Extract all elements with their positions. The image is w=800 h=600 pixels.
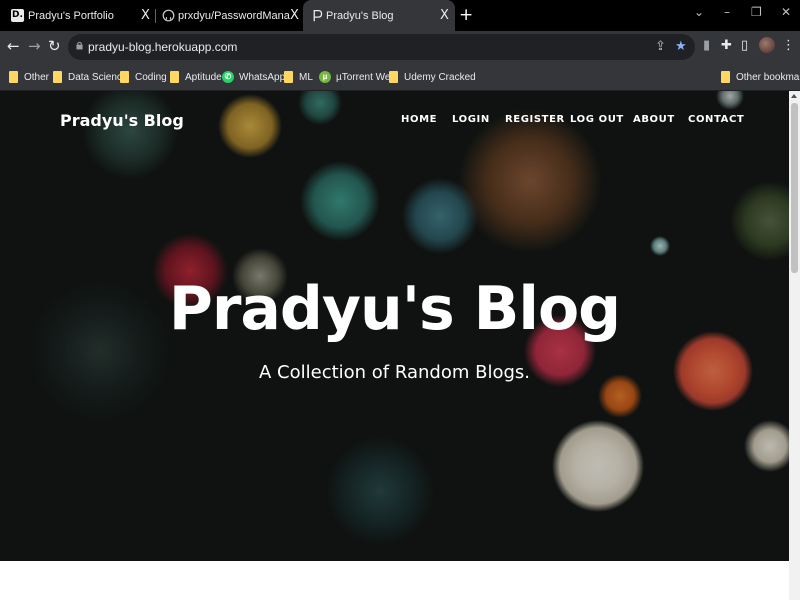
bookmark-label: Aptitude: [185, 71, 222, 83]
tab-pradyus-blog[interactable]: Pradyu's Blog X: [303, 0, 455, 31]
hero-title: Pradyu's Blog: [168, 274, 621, 344]
share-icon[interactable]: ⇪: [655, 39, 666, 54]
nav-login[interactable]: LOGIN: [452, 114, 490, 125]
portfolio-d-icon: D.: [11, 9, 24, 22]
profile-avatar[interactable]: [759, 37, 775, 53]
reload-icon[interactable]: ↻: [48, 37, 61, 55]
scroll-thumb[interactable]: [791, 103, 798, 273]
blog-p-icon: [313, 9, 323, 22]
side-panel-icon[interactable]: ▯: [741, 38, 748, 53]
close-tab-icon[interactable]: X: [290, 8, 299, 23]
bookmark-label: Data Science: [68, 71, 128, 83]
whatsapp-icon: ✆: [222, 71, 234, 83]
minimize-button[interactable]: –: [724, 5, 730, 19]
bookmark-label: ML: [299, 71, 313, 83]
folder-icon: [170, 71, 179, 83]
bookmark-label: µTorrent Web: [336, 71, 397, 83]
github-icon: [162, 9, 175, 22]
close-tab-icon[interactable]: X: [141, 8, 150, 23]
bookmark-utorrent-web[interactable]: µ µTorrent Web: [319, 63, 396, 91]
nav-about[interactable]: ABOUT: [633, 114, 675, 125]
bookmark-label: Coding: [135, 71, 167, 83]
bookmark-star-icon[interactable]: ★: [675, 39, 687, 54]
bookmark-other[interactable]: Other: [9, 63, 49, 91]
tab-title: Pradyu's Portfolio: [28, 9, 114, 22]
web-page: Pradyu's Blog HOME LOGIN REGISTER LOG OU…: [0, 91, 789, 600]
extension-mic-icon[interactable]: ▮: [703, 38, 710, 53]
tab-title: Pradyu's Blog: [326, 9, 394, 22]
other-bookmarks-label: Other bookmarks: [736, 71, 800, 83]
close-window-button[interactable]: ✕: [781, 5, 791, 19]
utorrent-icon: µ: [319, 71, 331, 83]
site-brand-link[interactable]: Pradyu's Blog: [60, 111, 184, 130]
folder-icon: [120, 71, 129, 83]
nav-home[interactable]: HOME: [401, 114, 437, 125]
tab-search-icon[interactable]: ⌄: [694, 5, 704, 19]
tab-strip: D. Pradyu's Portfolio X prxdyu/PasswordM…: [0, 0, 800, 31]
folder-icon: [53, 71, 62, 83]
lock-icon: [76, 41, 83, 50]
nav-contact[interactable]: CONTACT: [688, 114, 744, 125]
folder-icon: [721, 71, 730, 83]
folder-icon: [9, 71, 18, 83]
maximize-button[interactable]: ❐: [751, 5, 762, 19]
back-arrow-icon[interactable]: ←: [7, 37, 20, 55]
page-scrollbar[interactable]: [789, 91, 800, 600]
address-bar[interactable]: pradyu-blog.herokuapp.com ⇪ ★: [68, 34, 695, 60]
bookmark-data-science[interactable]: Data Science: [53, 63, 127, 91]
bookmark-udemy-cracked[interactable]: Udemy Cracked: [389, 63, 476, 91]
other-bookmarks[interactable]: Other bookmarks: [721, 63, 800, 91]
nav-register[interactable]: REGISTER: [505, 114, 565, 125]
tab-password-manager[interactable]: prxdyu/PasswordManager: Passw X: [156, 0, 304, 31]
bookmark-whatsapp[interactable]: ✆ WhatsApp: [222, 63, 285, 91]
bookmark-coding[interactable]: Coding: [120, 63, 167, 91]
forward-arrow-icon[interactable]: →: [28, 37, 41, 55]
hero-subtitle: A Collection of Random Blogs.: [259, 362, 530, 383]
tab-pradyus-portfolio[interactable]: D. Pradyu's Portfolio X: [0, 0, 155, 31]
extensions-puzzle-icon[interactable]: ✚: [721, 38, 732, 53]
bookmark-ml[interactable]: ML: [284, 63, 313, 91]
folder-icon: [389, 71, 398, 83]
folder-icon: [284, 71, 293, 83]
menu-kebab-icon[interactable]: ⋮: [782, 38, 795, 53]
browser-toolbar: ← → ↻ pradyu-blog.herokuapp.com ⇪ ★ ▮ ✚ …: [0, 31, 800, 63]
bookmark-label: Udemy Cracked: [404, 71, 476, 83]
bookmark-aptitude[interactable]: Aptitude: [170, 63, 222, 91]
scroll-up-arrow-icon[interactable]: [791, 94, 797, 98]
bookmark-label: WhatsApp: [239, 71, 286, 83]
close-tab-icon[interactable]: X: [440, 8, 449, 23]
url-text: pradyu-blog.herokuapp.com: [88, 40, 238, 54]
bookmarks-bar: Other Data Science Coding Aptitude ✆ Wha…: [0, 63, 800, 91]
nav-logout[interactable]: LOG OUT: [570, 114, 624, 125]
new-tab-button[interactable]: +: [459, 5, 473, 25]
tab-title: prxdyu/PasswordManager: Passw: [178, 9, 290, 22]
bookmark-label: Other: [24, 71, 50, 83]
